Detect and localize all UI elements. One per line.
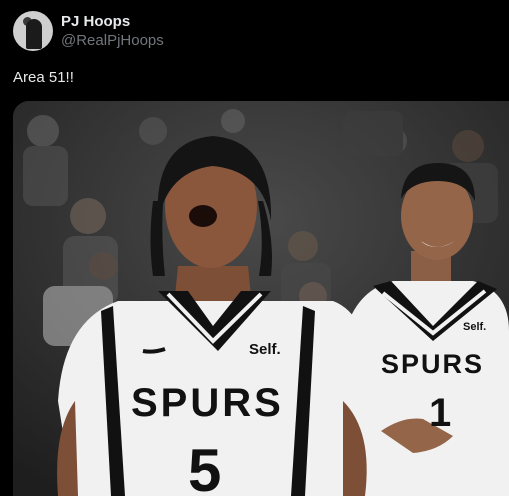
tweet-text: Area 51!! [13,69,74,86]
tweet-post: PJ Hoops @RealPjHoops Area 51!! SPURS Se… [0,0,509,496]
right-jersey-number: 1 [429,391,452,435]
left-jersey-wordmark: SPURS [131,381,284,425]
avatar-figure [26,19,42,49]
tweet-photo[interactable]: SPURS Self. 5 SPURS Self. 1 [13,101,509,496]
author-handle[interactable]: @RealPjHoops [61,31,164,50]
photo-illustration [13,101,509,496]
avatar[interactable] [13,11,53,51]
right-jersey-sponsor: Self. [463,321,487,333]
right-jersey-wordmark: SPURS [381,349,485,379]
left-jersey-sponsor: Self. [249,341,281,358]
tweet-header: PJ Hoops @RealPjHoops [13,11,164,51]
author-display-name[interactable]: PJ Hoops [61,12,164,31]
left-jersey-number: 5 [188,437,222,496]
author-names: PJ Hoops @RealPjHoops [61,12,164,50]
